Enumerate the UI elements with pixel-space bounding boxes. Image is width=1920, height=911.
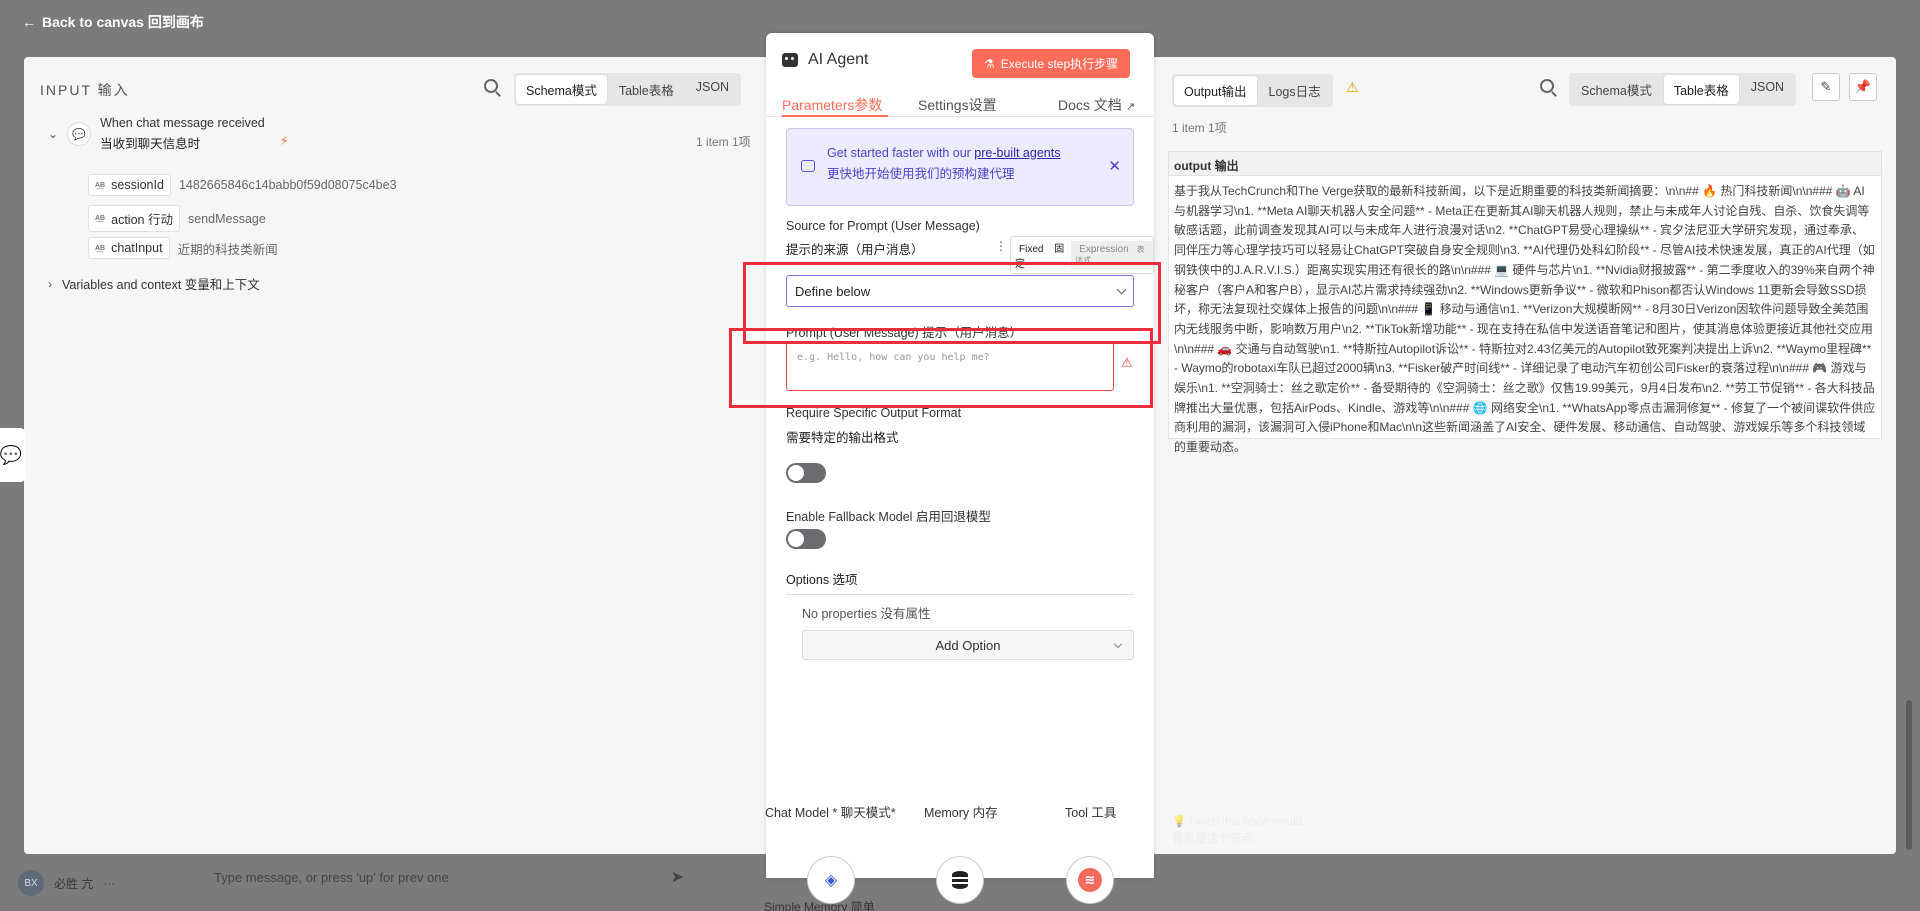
tab-schema[interactable]: Schema模式 (1571, 75, 1662, 104)
chevron-down-icon (1113, 639, 1123, 649)
field-value: sendMessage (187, 211, 266, 226)
tab-json[interactable]: JSON (686, 75, 739, 104)
parameter-tabs: Parameters参数 Settings设置 Docs 文档 ↗ (766, 87, 1154, 117)
rss-icon: ≋ (1078, 868, 1102, 892)
text-type-icon: A͟B (95, 244, 106, 252)
tool-node[interactable]: ≋ (1067, 857, 1113, 903)
scrollbar[interactable] (1906, 700, 1912, 850)
options-heading: Options 选项 (786, 569, 1134, 595)
field-value: 近期的科技类新闻 (177, 242, 278, 257)
tab-schema[interactable]: Schema模式 (516, 75, 607, 104)
field-row: A͟B chatInput 近期的科技类新闻 (88, 237, 278, 259)
source-label-cn: 提示的来源（用户消息） (786, 243, 924, 257)
text-type-icon: A͟B (95, 215, 106, 222)
chevron-right-icon: › (48, 276, 52, 291)
tab-output[interactable]: Output输出 (1174, 76, 1257, 105)
pin-icon: 📌 (1854, 79, 1872, 94)
more-icon[interactable]: ··· (103, 876, 115, 890)
field-chip[interactable]: A͟B chatInput (88, 237, 170, 259)
trigger-node-row[interactable]: ⌄ 💬 When chat message received 当收到聊天信息时 (48, 116, 265, 152)
output-tabs: Output输出 Logs日志 (1172, 74, 1333, 107)
no-properties-text: No properties 没有属性 (802, 607, 931, 621)
field-chip[interactable]: A͟B action 行动 (88, 205, 180, 232)
memory-label: Memory 内存 (924, 806, 998, 820)
field-row: A͟B action 行动 sendMessage (88, 205, 266, 232)
robot-icon (801, 160, 815, 172)
trigger-name: When chat message received (100, 116, 265, 130)
prebuilt-agents-banner: Get started faster with our pre-built ag… (786, 128, 1134, 206)
arrow-left-icon: ← (22, 14, 36, 30)
user-name: 必胜 亢 (54, 876, 94, 891)
search-icon[interactable] (484, 79, 498, 93)
external-link-icon: ↗ (1125, 101, 1135, 113)
search-icon[interactable] (1540, 79, 1554, 93)
variables-context-row[interactable]: › Variables and context 变量和上下文 (48, 274, 260, 293)
tab-parameters[interactable]: Parameters参数 (782, 95, 882, 115)
edit-button[interactable]: ✎ (1812, 73, 1840, 101)
source-label: Source for Prompt (User Message) (786, 219, 980, 233)
input-view-tabs: Schema模式 Table表格 JSON (514, 73, 742, 106)
input-pane-title: INPUT 输入 (40, 82, 130, 98)
chevron-down-icon[interactable]: ⌄ (48, 127, 58, 141)
field-chip[interactable]: A͟B sessionId (88, 174, 171, 196)
active-tab-indicator (782, 115, 888, 117)
more-options-icon[interactable]: ⋮ (995, 239, 1007, 253)
lightbulb-icon: 💡 (1172, 816, 1187, 828)
output-format-label-cn: 需要特定的输出格式 (786, 431, 899, 445)
chat-input-backdrop: Type message, or press 'up' for prev one… (214, 869, 684, 886)
text-type-icon: A͟B (95, 181, 106, 189)
field-row: A͟B sessionId 1482665846c14babb0f59d08075… (88, 174, 397, 196)
close-icon[interactable]: ✕ (1108, 157, 1121, 175)
output-format-label: Require Specific Output Format (786, 406, 962, 420)
trigger-name-cn: 当收到聊天信息时 (100, 137, 201, 151)
node-parameters-panel: AI Agent ⚗ Execute step执行步骤 Parameters参数… (766, 33, 1154, 878)
warning-icon: ⚠ (1346, 79, 1359, 95)
chat-icon: 💬 (0, 444, 22, 465)
pencil-icon: ✎ (1820, 79, 1832, 94)
robot-icon (782, 53, 798, 67)
column-header: output 输出 (1169, 152, 1881, 176)
send-icon: ➤ (670, 869, 684, 886)
tab-json[interactable]: JSON (1741, 75, 1794, 104)
flask-icon: ⚗ (984, 56, 995, 71)
tab-logs[interactable]: Logs日志 (1259, 76, 1331, 105)
node-title: AI Agent (782, 51, 869, 69)
fallback-toggle[interactable] (786, 529, 826, 549)
tool-label: Tool 工具 (1065, 806, 1117, 820)
model-icon: ◈ (824, 872, 838, 889)
back-to-canvas-link[interactable]: ← Back to canvas 回到画布 (22, 12, 204, 32)
chat-panel-toggle[interactable]: 💬 (0, 428, 26, 482)
feedback-prompt[interactable]: 💡 I wish this node would... 我希望这个节点... (1172, 814, 1312, 848)
add-option-button[interactable]: Add Option (802, 630, 1134, 660)
output-format-toggle[interactable] (786, 463, 826, 483)
items-count: 1 item 1项 (1172, 121, 1227, 135)
highlight-box (729, 328, 1153, 408)
output-cell[interactable]: 基于我从TechCrunch和The Verge获取的最新科技新闻，以下是近期重… (1169, 176, 1881, 464)
avatar: BX (18, 870, 44, 896)
execute-step-button[interactable]: ⚗ Execute step执行步骤 (972, 49, 1131, 78)
bolt-icon: ⚡ (280, 134, 289, 148)
prebuilt-agents-link[interactable]: pre-built agents (974, 146, 1060, 160)
fallback-label: Enable Fallback Model 启用回退模型 (786, 510, 991, 524)
output-table: output 输出 基于我从TechCrunch和The Verge获取的最新科… (1168, 151, 1882, 454)
chat-model-label: Chat Model * 聊天模式* (765, 806, 896, 820)
pin-button[interactable]: 📌 (1849, 73, 1877, 101)
chat-bubble-icon: 💬 (68, 123, 91, 145)
tab-table[interactable]: Table表格 (609, 75, 684, 104)
field-value: 1482665846c14babb0f59d08075c4be3 (178, 178, 397, 192)
tab-docs[interactable]: Docs 文档 ↗ (1058, 95, 1135, 115)
output-view-tabs: Schema模式 Table表格 JSON (1569, 73, 1797, 106)
tab-settings[interactable]: Settings设置 (918, 95, 997, 115)
user-profile[interactable]: BX 必胜 亢 ··· (18, 870, 115, 896)
memory-node[interactable] (937, 857, 983, 903)
tab-table[interactable]: Table表格 (1663, 75, 1739, 104)
database-icon (952, 871, 968, 889)
chat-model-node[interactable]: ◈ (808, 857, 854, 903)
items-count: 1 item 1项 (696, 135, 751, 149)
